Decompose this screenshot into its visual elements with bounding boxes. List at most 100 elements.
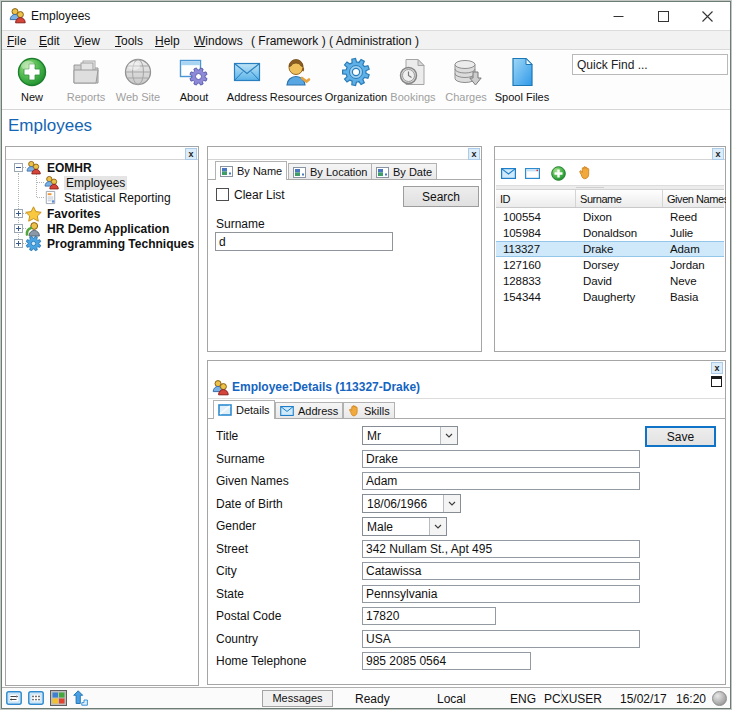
column-header-surname[interactable]: Surname (576, 190, 663, 207)
employee-row-selected[interactable]: 113327 Drake Adam (496, 241, 724, 257)
cell-given-names: Reed (663, 209, 726, 225)
tab-by-date[interactable]: By Date (371, 163, 437, 180)
clear-list-checkbox[interactable] (216, 188, 229, 201)
tree-expand-toggle-favorites[interactable] (14, 209, 23, 218)
surname-input[interactable] (362, 450, 640, 468)
toolbar-resources-button[interactable]: Resources (262, 56, 330, 103)
chevron-down-icon[interactable] (443, 495, 460, 512)
minimize-button[interactable] (596, 2, 641, 30)
cell-id: 128833 (496, 273, 576, 289)
cell-given-names: Julie (663, 225, 726, 241)
street-input[interactable] (362, 540, 640, 558)
menu-tools[interactable]: Tools (115, 34, 143, 48)
column-header-id[interactable]: ID (496, 190, 576, 207)
tree-collapse-toggle-eomhr[interactable] (14, 163, 23, 172)
menu-framework[interactable]: ( Framework ) (251, 34, 326, 48)
country-input[interactable] (362, 630, 640, 648)
skills-hand-button[interactable] (578, 166, 592, 180)
add-employee-button[interactable] (551, 166, 566, 181)
home-telephone-input[interactable] (362, 652, 531, 670)
menu-administration[interactable]: ( Administration ) (329, 34, 419, 48)
scrollbar-thumb[interactable] (576, 187, 604, 188)
toolbar-spoolfiles-button[interactable]: Spool Files (488, 56, 556, 103)
new-window-button[interactable] (525, 168, 540, 179)
quick-find-input[interactable] (572, 54, 728, 75)
search-button[interactable]: Search (403, 186, 479, 207)
messages-button[interactable]: Messages (262, 690, 333, 707)
field-label-given-names: Given Names (216, 474, 289, 488)
tree-expand-toggle-programming[interactable] (14, 239, 23, 248)
save-button[interactable]: Save (645, 426, 716, 447)
chevron-down-icon[interactable] (429, 518, 446, 535)
tree-item-statistical-reporting[interactable]: Statistical Reporting (43, 190, 171, 205)
date-of-birth-combobox[interactable]: 18/06/1966 (362, 494, 461, 513)
employee-row[interactable]: 127160 Dorsey Jordan (496, 257, 724, 273)
results-panel-close-button[interactable]: x (712, 148, 724, 160)
cell-id: 105984 (496, 225, 576, 241)
tab-by-location[interactable]: By Location (288, 163, 372, 180)
cell-surname: Dixon (576, 209, 663, 225)
chevron-down-icon[interactable] (440, 427, 457, 444)
menu-windows[interactable]: Windows (194, 34, 243, 48)
employee-row[interactable]: 100554 Dixon Reed (496, 209, 724, 225)
details-panel-maximize-button[interactable] (711, 376, 722, 387)
city-input[interactable] (362, 562, 640, 580)
sort-view-button[interactable] (73, 690, 88, 706)
column-header-given-names[interactable]: Given Names (663, 190, 726, 207)
menu-help[interactable]: Help (155, 34, 180, 48)
tree-item-programming-techniques[interactable]: Programming Techniques (25, 236, 194, 251)
quad-view-button-selected[interactable] (50, 690, 67, 706)
details-window-icon (218, 404, 232, 416)
maximize-button[interactable] (641, 2, 686, 30)
cell-id: 154344 (496, 289, 576, 305)
status-date: 15/02/17 (620, 692, 667, 706)
form-icon (220, 166, 233, 177)
cell-surname: Daugherty (576, 289, 663, 305)
menu-file[interactable]: File (7, 34, 26, 48)
employee-details-panel: x Employee:Details (113327-Drake) Detail… (207, 360, 726, 685)
tab-details[interactable]: Details (213, 400, 275, 419)
employee-row[interactable]: 154344 Daugherty Basia (496, 289, 724, 305)
postal-code-input[interactable] (362, 607, 496, 625)
tree-item-favorites[interactable]: Favorites (25, 206, 100, 221)
icons-view-button[interactable] (28, 691, 44, 705)
results-toolbar (496, 160, 724, 185)
details-header-separator (208, 398, 725, 399)
field-label-city: City (216, 564, 237, 578)
field-label-surname: Surname (216, 452, 265, 466)
details-panel-close-button[interactable]: x (711, 362, 723, 374)
mail-employee-button[interactable] (501, 168, 516, 179)
menu-edit[interactable]: Edit (39, 34, 60, 48)
tree-item-hr-demo-application[interactable]: HR Demo Application (25, 221, 169, 236)
gender-combobox[interactable]: Male (362, 517, 447, 536)
tab-skills[interactable]: Skills (343, 402, 395, 419)
cell-id: 100554 (496, 209, 576, 225)
state-input[interactable] (362, 585, 640, 603)
given-names-input[interactable] (362, 472, 640, 490)
employee-row[interactable]: 105984 Donaldson Julie (496, 225, 724, 241)
tab-label: By Date (393, 166, 432, 178)
app-window: Employees File Edit View Tools Help Wind… (0, 0, 732, 710)
title-combobox[interactable]: Mr (362, 426, 458, 445)
surname-search-input[interactable] (215, 232, 393, 251)
cell-given-names: Basia (663, 289, 726, 305)
search-panel-close-button[interactable]: x (468, 148, 480, 160)
employee-row[interactable]: 128833 David Neve (496, 273, 724, 289)
flow-view-button[interactable] (6, 691, 22, 705)
navigation-panel-close-button[interactable]: x (185, 148, 197, 160)
charges-icon (450, 56, 482, 88)
tab-by-name[interactable]: By Name (215, 161, 287, 180)
combo-value: Male (367, 520, 393, 534)
tab-address[interactable]: Address (275, 402, 343, 419)
resources-icon (280, 56, 312, 88)
statusbar-separator (561, 690, 562, 699)
status-ready: Ready (355, 692, 390, 706)
menu-view[interactable]: View (74, 34, 100, 48)
field-label-country: Country (216, 632, 258, 646)
tree-item-employees[interactable]: Employees (43, 175, 127, 190)
close-button[interactable] (685, 2, 730, 30)
tree-item-eomhr[interactable]: EOMHR (25, 160, 92, 175)
close-icon (702, 11, 713, 22)
tab-label: By Name (237, 165, 282, 177)
tree-expand-toggle-hr-demo[interactable] (14, 224, 23, 233)
